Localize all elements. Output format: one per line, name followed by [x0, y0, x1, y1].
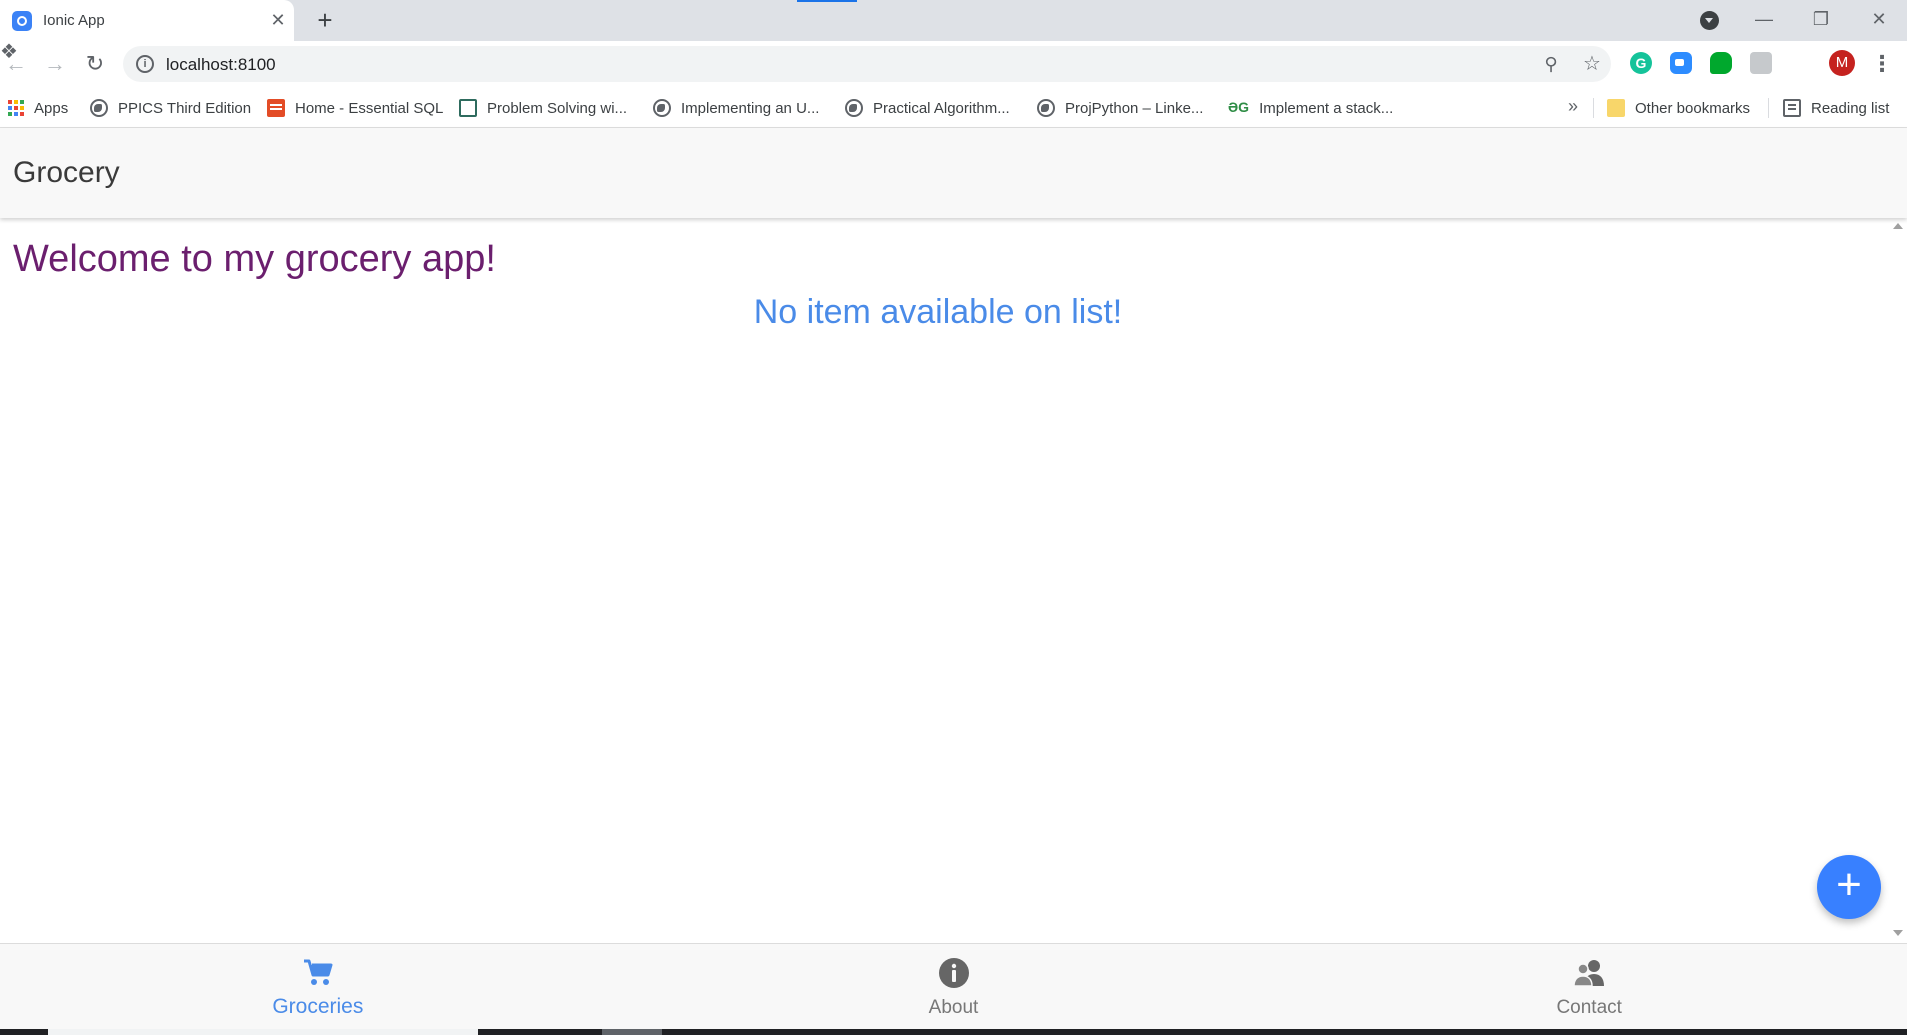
people-icon — [1573, 960, 1605, 987]
address-bar[interactable]: i localhost:8100 ⚲ ☆ — [123, 46, 1611, 82]
bookmark-label: PPICS Third Edition — [118, 99, 252, 117]
bookmark-label: Practical Algorithm... — [873, 99, 1010, 117]
bottom-tab-bar: Groceries About Contact — [0, 943, 1907, 1029]
tab-label: Contact — [1556, 997, 1622, 1018]
evernote-extension-icon[interactable] — [1710, 52, 1732, 74]
close-tab-icon[interactable]: ✕ — [266, 8, 290, 32]
back-arrow-icon[interactable]: ← — [1, 49, 31, 79]
zoom-extension-icon[interactable] — [1670, 52, 1692, 74]
bookmark-label: Implementing an U... — [681, 99, 820, 117]
restore-button[interactable]: ❐ — [1801, 4, 1841, 34]
bookmark-projpython[interactable]: ProjPython – Linke... — [1037, 96, 1203, 120]
tab-label: Groceries — [272, 995, 364, 1018]
bookmark-implement-stack[interactable]: ƏG Implement a stack... — [1228, 96, 1393, 120]
app-header: Grocery — [0, 128, 1907, 218]
apps-icon — [8, 100, 24, 116]
ionic-favicon-icon — [12, 11, 32, 31]
scroll-down-arrow-icon[interactable] — [1893, 930, 1903, 936]
forward-arrow-icon[interactable]: → — [40, 49, 70, 79]
bookmark-label: Other bookmarks — [1635, 99, 1751, 117]
tab-contact[interactable]: Contact — [1271, 944, 1907, 1029]
content-scrollbar[interactable] — [1888, 218, 1907, 943]
info-icon — [938, 958, 969, 988]
tab-search-icon[interactable] — [1700, 11, 1719, 30]
bookmark-star-icon[interactable]: ☆ — [1580, 52, 1604, 76]
profile-avatar[interactable]: M — [1829, 50, 1855, 76]
tab-about[interactable]: About — [636, 944, 1272, 1029]
page-title: Grocery — [13, 156, 120, 189]
more-bookmarks-chevron-icon[interactable]: » — [1568, 96, 1578, 117]
grammarly-extension-icon[interactable]: G — [1630, 52, 1652, 74]
bookmark-label: Problem Solving wi... — [487, 99, 628, 117]
bookmark-problem-solving[interactable]: Problem Solving wi... — [459, 96, 627, 120]
url-text[interactable]: localhost:8100 — [166, 55, 276, 75]
tab-groceries[interactable]: Groceries — [0, 944, 636, 1029]
bookmark-label: Implement a stack... — [1259, 99, 1394, 117]
minimize-button[interactable]: — — [1744, 4, 1784, 34]
bookmark-label: Apps — [34, 99, 69, 117]
close-window-button[interactable]: ✕ — [1859, 4, 1899, 34]
bookmarks-bar: Apps PPICS Third Edition Home - Essentia… — [0, 88, 1907, 128]
new-tab-button[interactable]: + — [312, 7, 338, 33]
zoom-icon[interactable]: ⚲ — [1540, 53, 1562, 75]
bookmark-reading-list[interactable]: Reading list — [1783, 96, 1889, 120]
scroll-up-arrow-icon[interactable] — [1893, 223, 1903, 229]
bookmark-other-bookmarks[interactable]: Other bookmarks — [1607, 96, 1750, 120]
bookmark-apps[interactable]: Apps — [8, 96, 68, 120]
tab-drag-indicator — [797, 0, 857, 2]
tab-strip: Ionic App ✕ + — ❐ ✕ — [0, 0, 1907, 41]
welcome-heading: Welcome to my grocery app! — [13, 238, 496, 280]
browser-menu-icon[interactable]: ⋮ — [1871, 49, 1893, 79]
bookmark-label: Home - Essential SQL — [295, 99, 444, 117]
site-info-icon[interactable]: i — [136, 55, 154, 73]
bookmark-practical-algorithm[interactable]: Practical Algorithm... — [845, 96, 1010, 120]
browser-toolbar: ← → ↻ i localhost:8100 ⚲ ☆ G ❖ M ⋮ — [0, 41, 1907, 88]
globe-icon — [845, 99, 863, 117]
globe-icon — [653, 99, 671, 117]
taskbar-edge — [0, 1029, 1907, 1035]
problem-solving-icon — [459, 99, 477, 117]
tab-title: Ionic App — [43, 12, 105, 29]
folder-icon — [1607, 99, 1625, 117]
bookmark-implementing[interactable]: Implementing an U... — [653, 96, 819, 120]
reload-icon[interactable]: ↻ — [80, 49, 110, 79]
browser-tab[interactable]: Ionic App ✕ — [0, 0, 294, 41]
essential-sql-icon — [267, 99, 285, 117]
extension-icon[interactable] — [1750, 52, 1772, 74]
reading-list-icon — [1783, 99, 1801, 117]
bookmark-essential-sql[interactable]: Home - Essential SQL — [267, 96, 443, 120]
tab-label: About — [928, 997, 979, 1018]
bookmark-label: Reading list — [1811, 99, 1890, 117]
bookmark-label: ProjPython – Linke... — [1065, 99, 1204, 117]
globe-icon — [1037, 99, 1055, 117]
geeksforgeeks-icon: ƏG — [1228, 99, 1250, 115]
bookmarks-divider — [1593, 98, 1594, 118]
globe-icon — [90, 99, 108, 117]
empty-list-message: No item available on list! — [753, 293, 1123, 331]
bookmarks-divider — [1768, 98, 1769, 118]
browser-window: Ionic App ✕ + — ❐ ✕ ← → ↻ i localhost:81… — [0, 0, 1907, 1035]
add-item-button[interactable]: + — [1817, 855, 1881, 919]
bookmark-ppics[interactable]: PPICS Third Edition — [90, 96, 251, 120]
cart-icon — [303, 959, 333, 985]
app-content: Welcome to my grocery app! No item avail… — [0, 218, 1888, 943]
